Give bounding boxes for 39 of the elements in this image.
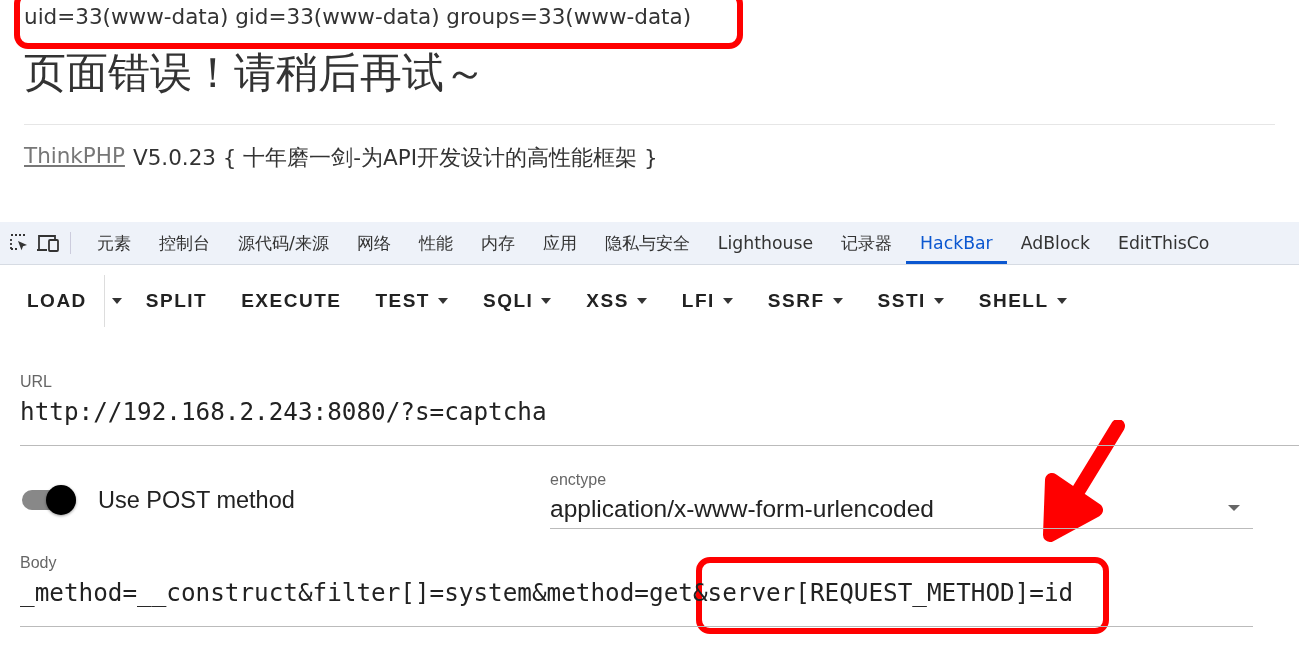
devtools-tab[interactable]: AdBlock — [1006, 222, 1104, 264]
command-output: uid=33(www-data) gid=33(www-data) groups=33(www-data) — [24, 4, 692, 30]
caret-icon — [721, 297, 734, 305]
caret-icon — [437, 297, 449, 305]
devtools-tab[interactable]: 内存 — [466, 222, 529, 264]
devtools-tab[interactable]: 网络 — [342, 222, 405, 264]
toolbar-menu-button[interactable]: XSS — [569, 281, 665, 321]
devtools-tab[interactable]: 记录器 — [827, 222, 907, 264]
toolbar-button[interactable]: SPLIT — [128, 281, 225, 321]
devtools-tab[interactable]: 控制台 — [145, 222, 224, 264]
toolbar-menu-button[interactable]: SSRF — [750, 281, 861, 321]
toolbar-menu-button[interactable]: TEST — [358, 281, 466, 321]
toolbar-menu-button[interactable]: LFI — [664, 281, 751, 321]
devtools-tab[interactable]: HackBar — [906, 222, 1007, 264]
version-text: V5.0.23 { 十年磨一剑-为API开发设计的高性能框架 } — [132, 144, 658, 172]
toolbar-menu-button[interactable]: SSTI — [860, 281, 962, 321]
caret-icon — [110, 297, 123, 305]
caret-icon — [540, 297, 553, 305]
devtools-tab[interactable]: 应用 — [528, 222, 591, 264]
devtools-tab[interactable]: EditThisCo — [1103, 222, 1224, 264]
caret-icon — [932, 297, 945, 305]
caret-icon — [1227, 504, 1241, 512]
toolbar-button[interactable]: LOAD — [10, 281, 104, 321]
framework-link[interactable]: ThinkPHP — [24, 143, 125, 172]
toolbar-button[interactable]: EXECUTE — [224, 281, 359, 321]
toggle-label: Use POST method — [98, 486, 295, 514]
toolbar-menu-button[interactable]: SQLI — [466, 281, 570, 321]
devtools-tab[interactable]: 隐私与安全 — [590, 222, 704, 264]
toolbar-menu-button[interactable]: SHELL — [961, 281, 1085, 321]
caret-icon — [831, 297, 844, 305]
devtools-tab[interactable]: Lighthouse — [703, 222, 828, 264]
caret-icon — [1055, 297, 1068, 305]
caret-icon — [635, 297, 648, 305]
toggle-switch[interactable] — [20, 485, 78, 515]
devtools-tab[interactable]: 性能 — [404, 222, 467, 264]
error-heading: 页面错误！请稍后再试～ — [24, 48, 487, 98]
device-toggle-icon[interactable] — [36, 232, 62, 254]
devtools-tab[interactable]: 元素 — [83, 222, 145, 264]
devtools-tab[interactable]: 源代码/来源 — [224, 222, 343, 264]
